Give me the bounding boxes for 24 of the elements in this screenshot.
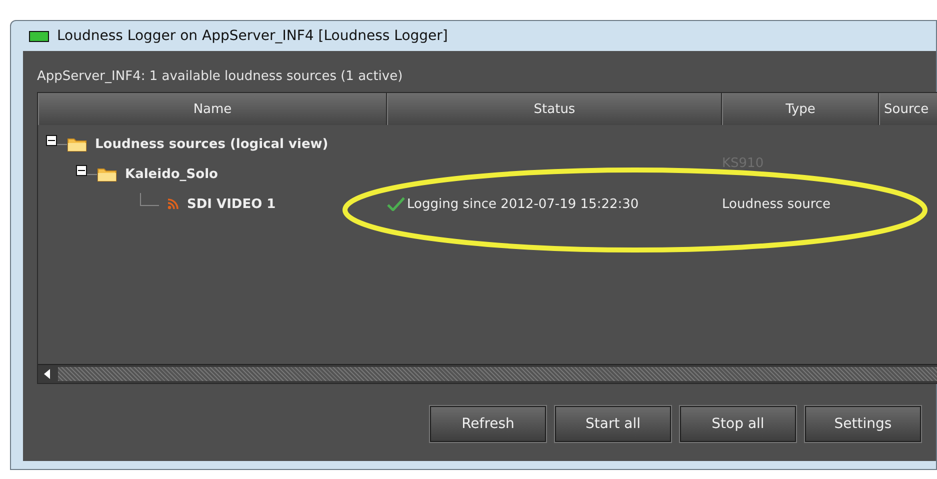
check-icon bbox=[387, 197, 405, 211]
tree-item[interactable]: Loudness sources (logical view) bbox=[95, 136, 328, 152]
rss-icon bbox=[167, 198, 179, 210]
action-button[interactable]: Refresh bbox=[430, 406, 546, 442]
column-header[interactable]: Type bbox=[722, 93, 879, 125]
column-header[interactable]: Name bbox=[38, 93, 387, 125]
action-button[interactable]: Stop all bbox=[680, 406, 796, 442]
scroll-left-icon[interactable] bbox=[44, 369, 50, 379]
tree-item[interactable]: Kaleido_Solo bbox=[125, 166, 218, 182]
status-text: Logging since 2012-07-19 15:22:30 bbox=[407, 196, 639, 212]
collapse-icon[interactable] bbox=[46, 134, 57, 146]
collapse-icon[interactable] bbox=[76, 164, 87, 176]
window-icon bbox=[29, 30, 49, 42]
folder-icon bbox=[97, 166, 117, 182]
tree-item[interactable]: SDI VIDEO 1 bbox=[187, 196, 276, 212]
column-header[interactable]: Source bbox=[879, 93, 937, 125]
horizontal-scrollbar[interactable] bbox=[38, 364, 937, 383]
action-button[interactable]: Start all bbox=[555, 406, 671, 442]
action-button[interactable]: Settings bbox=[805, 406, 921, 442]
type-text: Loudness source bbox=[722, 196, 831, 212]
folder-icon bbox=[67, 136, 87, 152]
summary-text: AppServer_INF4: 1 available loudness sources (1 active) bbox=[37, 68, 404, 86]
column-header[interactable]: Status bbox=[387, 93, 722, 125]
window-title: Loudness Logger on AppServer_INF4 [Loudness Logger] bbox=[57, 28, 448, 44]
